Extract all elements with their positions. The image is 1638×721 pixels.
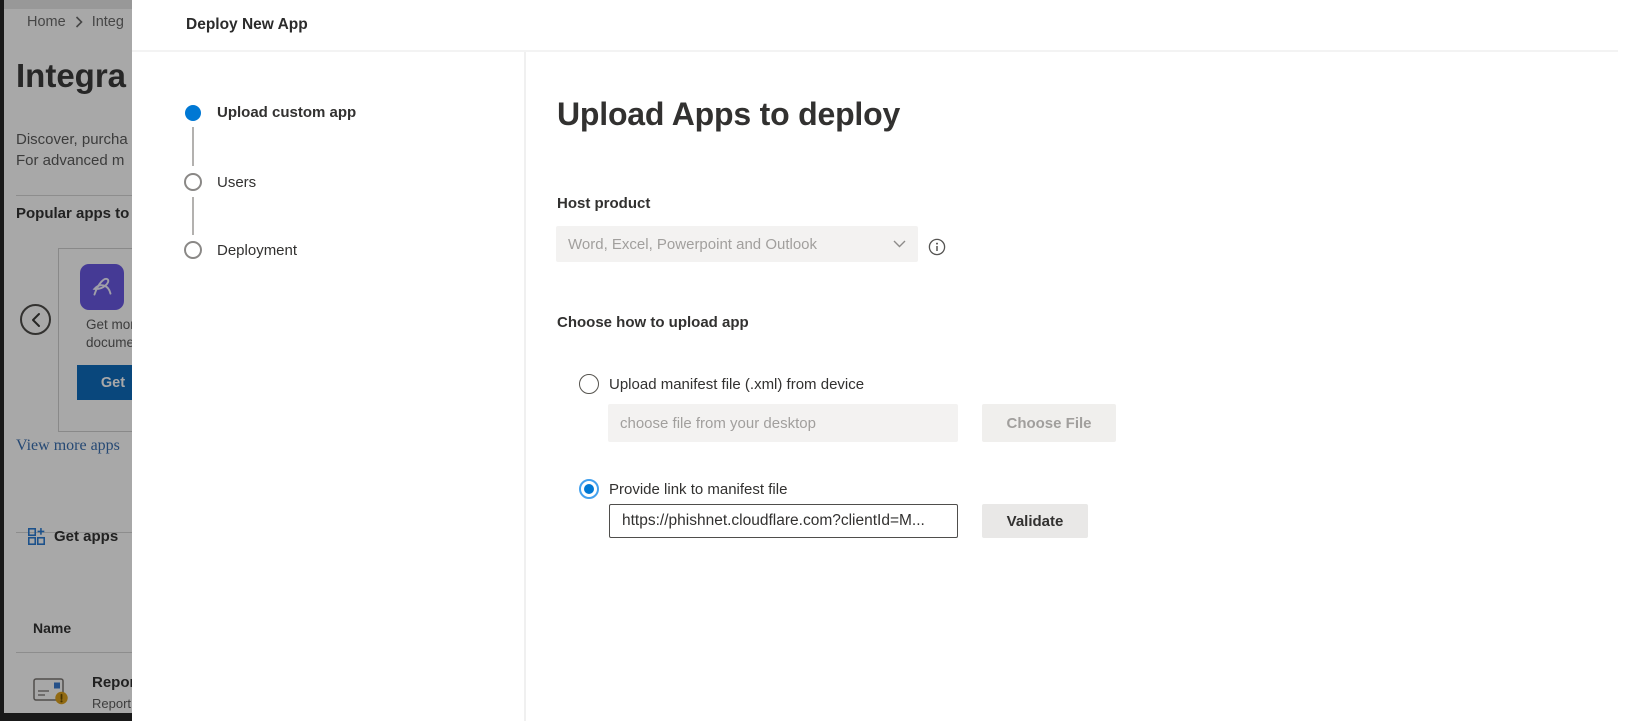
info-icon[interactable]: [928, 238, 946, 256]
host-product-dropdown[interactable]: Word, Excel, Powerpoint and Outlook: [556, 226, 918, 262]
screen: Home Integ Integra Discover, purcha For …: [0, 0, 1638, 721]
provide-link-option-label[interactable]: Provide link to manifest file: [609, 481, 787, 498]
manifest-file-input[interactable]: [608, 404, 958, 442]
validate-button[interactable]: Validate: [982, 504, 1088, 538]
upload-file-option-label[interactable]: Upload manifest file (.xml) from device: [609, 376, 864, 393]
stepper-step-deployment[interactable]: Deployment: [217, 242, 297, 259]
host-product-label: Host product: [557, 195, 650, 212]
stepper-step-users[interactable]: Users: [217, 174, 256, 191]
manifest-link-input[interactable]: [609, 504, 958, 538]
panel-title: Deploy New App: [186, 16, 308, 34]
upload-file-option: Upload manifest file (.xml) from device: [579, 374, 864, 394]
step-circle-icon: [184, 173, 202, 191]
stepper-connector: [192, 197, 194, 235]
choose-file-button[interactable]: Choose File: [982, 404, 1116, 442]
panel-header-divider: [132, 50, 1618, 52]
stepper-connector: [192, 127, 194, 166]
stepper-step-upload-custom-app[interactable]: Upload custom app: [217, 104, 356, 121]
step-active-dot-icon: [185, 105, 201, 121]
chevron-down-icon: [893, 240, 906, 248]
deploy-new-app-panel: Deploy New App Upload custom app Users D…: [132, 0, 1638, 721]
step-circle-icon: [184, 241, 202, 259]
host-product-value: Word, Excel, Powerpoint and Outlook: [568, 236, 893, 253]
choose-upload-method-label: Choose how to upload app: [557, 314, 749, 331]
stepper-content-divider: [524, 52, 526, 721]
provide-link-option: Provide link to manifest file: [579, 479, 787, 499]
radio-unchecked-icon[interactable]: [579, 374, 599, 394]
content-heading: Upload Apps to deploy: [557, 96, 900, 133]
radio-checked-icon[interactable]: [579, 479, 599, 499]
